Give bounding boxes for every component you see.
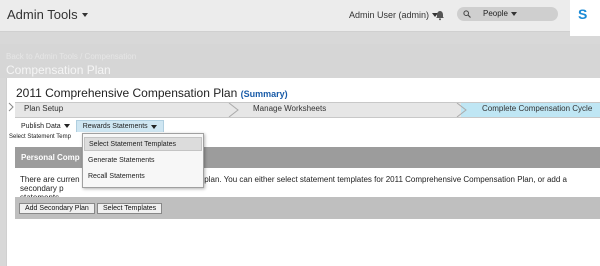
top-bar: Admin Tools Admin User (admin) People S — [0, 0, 600, 36]
step-separator-icon — [228, 103, 239, 117]
logo-text: S — [578, 6, 588, 22]
chevron-down-icon — [150, 124, 157, 129]
menu-item-recall-statements[interactable]: Recall Statements — [84, 170, 202, 184]
rewards-statements-menu[interactable]: Rewards Statements — [75, 120, 164, 132]
add-secondary-plan-button[interactable]: Add Secondary Plan — [19, 203, 95, 214]
info-text-left: There are curren — [20, 175, 80, 184]
rewards-statements-dropdown: Select Statement Templates Generate Stat… — [82, 133, 204, 188]
app-title: Admin Tools — [7, 7, 78, 22]
sub-navigation: Publish Data Rewards Statements — [15, 120, 164, 132]
step-separator-icon — [456, 103, 467, 117]
step-bar: Plan Setup Manage Worksheets Complete Co… — [15, 102, 600, 118]
search-box[interactable]: People — [457, 7, 558, 21]
select-templates-button[interactable]: Select Templates — [97, 203, 163, 214]
menu-item-generate-statements[interactable]: Generate Statements — [84, 154, 202, 168]
publish-data-menu[interactable]: Publish Data — [15, 120, 76, 132]
user-name: Admin User (admin) — [349, 10, 430, 20]
company-logo: S — [570, 0, 600, 36]
summary-link[interactable]: (Summary) — [241, 89, 288, 99]
step-plan-setup[interactable]: Plan Setup — [24, 104, 63, 113]
menu-item-select-statement-templates[interactable]: Select Statement Templates — [84, 137, 202, 151]
plan-name: 2011 Comprehensive Compensation Plan — [16, 86, 238, 100]
rewards-statements-label: Rewards Statements — [82, 123, 148, 130]
user-menu[interactable]: Admin User (admin) — [349, 10, 439, 20]
chevron-right-icon[interactable] — [8, 102, 14, 112]
breadcrumb[interactable]: Back to Admin Tools / Compensation — [6, 52, 136, 61]
search-scope-dropdown[interactable]: People — [483, 9, 517, 18]
app-title-menu[interactable]: Admin Tools — [7, 7, 88, 22]
publish-data-label: Publish Data — [21, 122, 61, 130]
select-statement-label: Select Statement Temp — [9, 134, 71, 140]
chevron-down-icon — [63, 124, 70, 128]
page-title: Compensation Plan — [6, 63, 111, 77]
section-title: Personal Comp — [21, 153, 80, 162]
search-icon — [463, 10, 471, 18]
chevron-down-icon — [510, 11, 517, 16]
chevron-down-icon — [81, 12, 88, 17]
button-row: Add Secondary Plan Select Templates — [15, 197, 600, 219]
search-scope-label: People — [483, 9, 508, 18]
bell-icon[interactable] — [434, 9, 446, 21]
step-manage-worksheets[interactable]: Manage Worksheets — [253, 104, 326, 113]
step-complete-cycle[interactable]: Complete Compensation Cycle — [482, 104, 592, 113]
plan-title: 2011 Comprehensive Compensation Plan (Su… — [16, 86, 288, 100]
